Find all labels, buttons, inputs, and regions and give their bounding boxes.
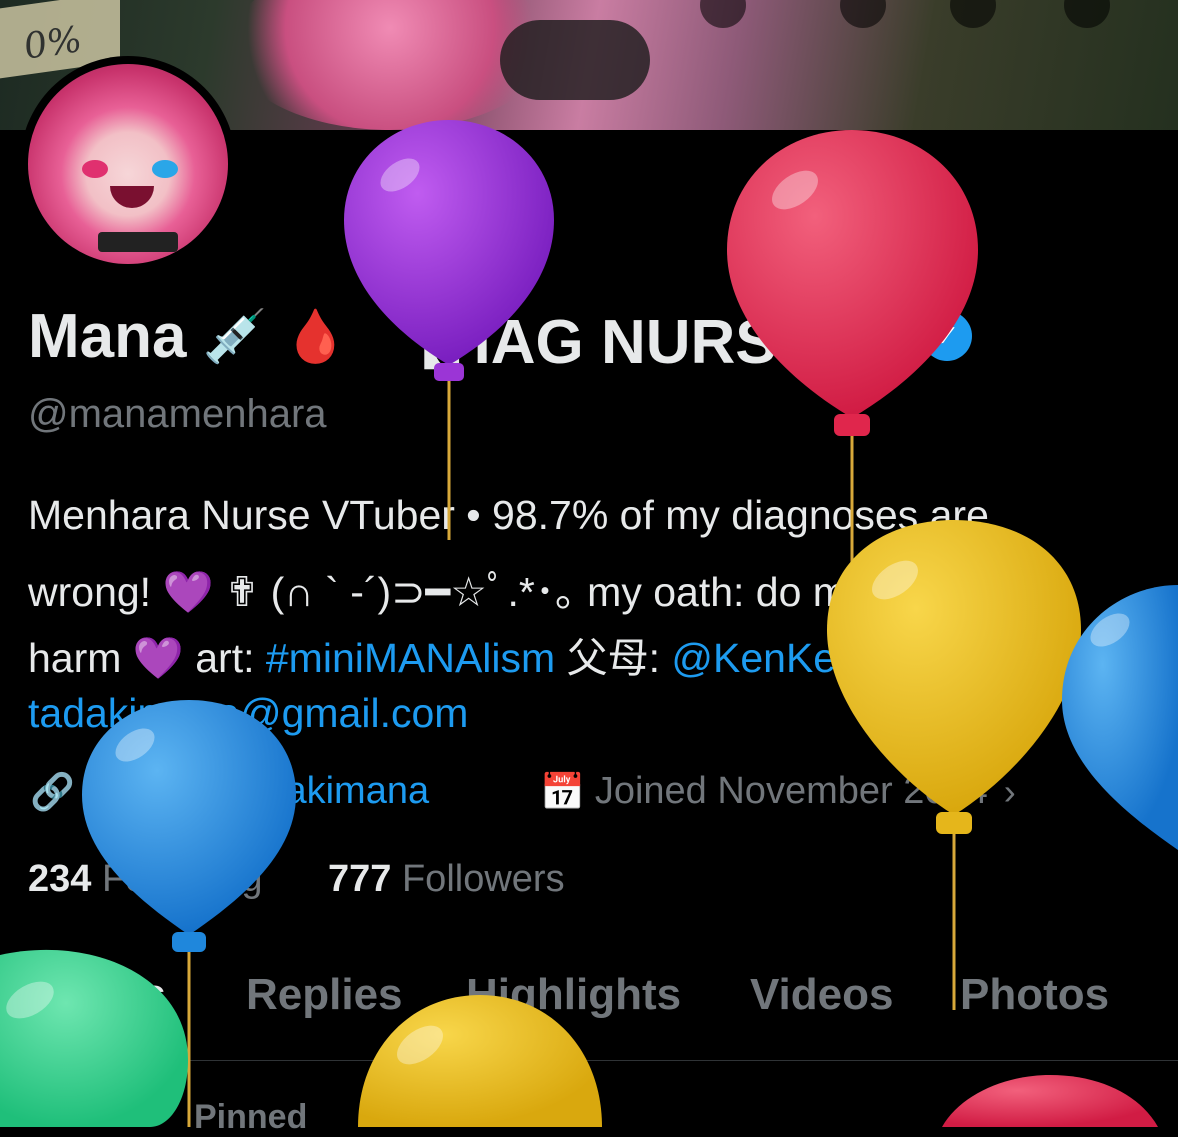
- avatar-image: [28, 64, 228, 264]
- banner-sign-text: 0%: [24, 19, 82, 69]
- balloon-blue: [82, 700, 296, 1127]
- banner-action-button[interactable]: [1064, 0, 1110, 28]
- bio-line: Menhara Nurse VTuber • 98.7% of my diagn…: [28, 492, 989, 538]
- balloon-red: [942, 1075, 1158, 1127]
- website-link[interactable]: twitch.tv/tadakimana: [85, 770, 429, 813]
- avatar-collar: [98, 232, 178, 252]
- following-label: Following: [101, 858, 263, 900]
- display-name: Mana: [28, 301, 187, 371]
- bio-line: wrong! 💜 ✟ (∩ ` -´)⊃━☆ﾟ.*･｡ my oath: do …: [28, 569, 907, 615]
- tab-photos[interactable]: Photos: [960, 970, 1109, 1020]
- chevron-right-icon[interactable]: ›: [1004, 771, 1016, 813]
- email-link[interactable]: tadakimana@gmail.com: [28, 690, 1158, 737]
- mention-link[interactable]: @KenKenMo6: [671, 635, 938, 681]
- profile-tabs: Posts Replies Highlights Videos Photos: [0, 962, 1178, 1061]
- tab-active-indicator: [34, 1050, 184, 1058]
- handle: @manamenhara: [28, 392, 327, 436]
- avatar-eye: [82, 160, 108, 178]
- banner-action-button[interactable]: [840, 0, 886, 28]
- followers-stat[interactable]: 777 Followers: [328, 858, 565, 901]
- banner-action-button[interactable]: [700, 0, 746, 28]
- calendar-icon: 📅: [540, 770, 585, 812]
- banner-art-collar: [500, 20, 650, 100]
- profile-name-row: Mana 💉 🩸 【HAG NURSE】 ✓: [28, 298, 973, 377]
- tab-videos[interactable]: Videos: [750, 970, 893, 1020]
- blood-drop-emoji: 🩸: [283, 307, 348, 366]
- followers-label: Followers: [401, 858, 565, 900]
- verified-badge-icon[interactable]: ✓: [922, 311, 973, 361]
- following-stat[interactable]: 234 Following: [28, 858, 263, 901]
- bio-text: 父母:: [555, 635, 672, 681]
- name-tag: 【HAG NURSE】: [383, 308, 881, 377]
- link-icon: 🔗: [30, 770, 75, 812]
- bio-line: harm 💜 art: #miniMANAlism 父母: @KenKenMo6…: [28, 624, 1158, 684]
- tab-posts[interactable]: Posts: [46, 970, 166, 1020]
- hashtag-link[interactable]: #miniMANAlism: [266, 635, 555, 681]
- joined-item[interactable]: 📅 Joined November 2024 ›: [540, 770, 1026, 813]
- following-count: 234: [28, 858, 92, 900]
- bio-text: harm 💜 art:: [28, 635, 266, 681]
- bio-text: ✟: [938, 635, 974, 681]
- syringe-emoji: 💉: [202, 307, 268, 366]
- tab-highlights[interactable]: Highlights: [466, 970, 681, 1020]
- tab-replies[interactable]: Replies: [246, 970, 403, 1020]
- avatar[interactable]: [20, 56, 236, 272]
- banner-action-button[interactable]: [950, 0, 996, 28]
- avatar-mouth: [110, 186, 154, 208]
- pinned-label: Pinned: [194, 1098, 308, 1136]
- followers-count: 777: [328, 858, 392, 900]
- website-item[interactable]: 🔗 twitch.tv/tadakimana: [30, 770, 429, 813]
- joined-date: Joined November 2024: [594, 770, 988, 812]
- avatar-eye: [152, 160, 178, 178]
